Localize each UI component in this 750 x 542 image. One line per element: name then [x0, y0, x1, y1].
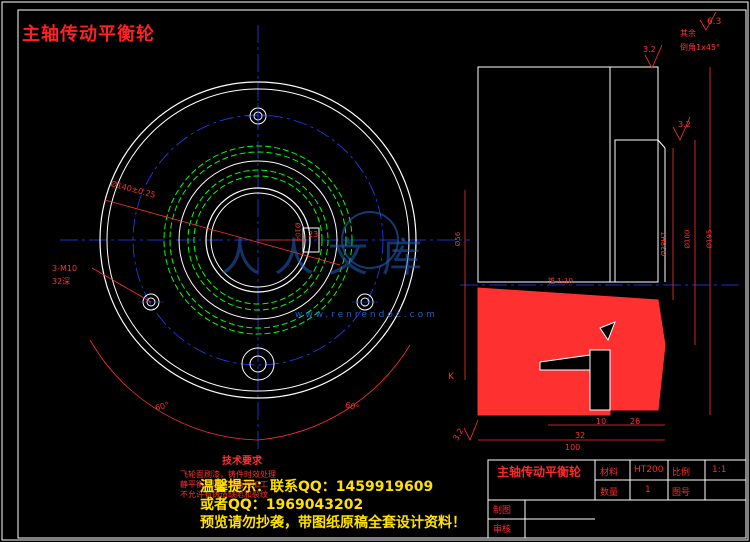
roughness-corner: 6.3 — [707, 17, 722, 27]
dim-holes-depth: 32深 — [52, 277, 71, 286]
dim-d4: Ø56 — [454, 231, 463, 247]
title-block-drawn-label: 制图 — [493, 506, 512, 516]
dim-holes: 3-M10 — [52, 264, 78, 273]
title-block-qty: 1 — [645, 485, 651, 495]
dim-total: 100 — [565, 443, 581, 452]
watermark-line-2: 或者QQ：1969043202 — [200, 497, 364, 513]
dim-d5: Ø120 — [623, 366, 632, 386]
watermark-line-3: 预览请勿抄袭，带图纸原稿全套设计资料！ — [200, 515, 466, 531]
remaining-label: 其余 — [680, 29, 696, 38]
title-block-drawing-no-label: 图号 — [672, 488, 691, 498]
k-label: K — [448, 372, 454, 382]
title-block-checked-label: 审核 — [493, 525, 512, 535]
title-block-material: HT200 — [634, 465, 664, 475]
roughness-mid: 3.2 — [678, 120, 691, 129]
watermark-logo-text: 人人文库 — [220, 235, 436, 281]
chamfer-label: 倒角1x45° — [680, 43, 721, 52]
drawing-title: 主轴传动平衡轮 — [22, 24, 155, 45]
title-block-scale: 1:1 — [712, 465, 727, 475]
title-block-scale-label: 比例 — [672, 468, 691, 478]
dim-26: 26 — [630, 417, 641, 426]
title-block-qty-label: 数量 — [600, 488, 619, 498]
title-block-name: 主轴传动平衡轮 — [497, 465, 582, 479]
section-view — [460, 11, 740, 441]
dim-10: 10 — [596, 417, 607, 426]
tech-requirements-heading: 技术要求 — [222, 456, 262, 467]
title-block-material-label: 材料 — [600, 468, 619, 478]
dim-20: 20 — [614, 357, 623, 367]
roughness-top: 3.2 — [643, 45, 656, 54]
taper-label: 锥 1:10 — [548, 277, 573, 285]
dim-32: 32 — [575, 431, 586, 440]
watermark-site: www.renrendoc.com — [295, 310, 438, 320]
dim-d1: Ø38H7 — [660, 231, 669, 257]
dim-d3: Ø195 — [705, 229, 714, 249]
dim-d2: Ø100 — [683, 229, 692, 249]
watermark-line-1: 温馨提示：联系QQ：1459919609 — [200, 479, 434, 495]
